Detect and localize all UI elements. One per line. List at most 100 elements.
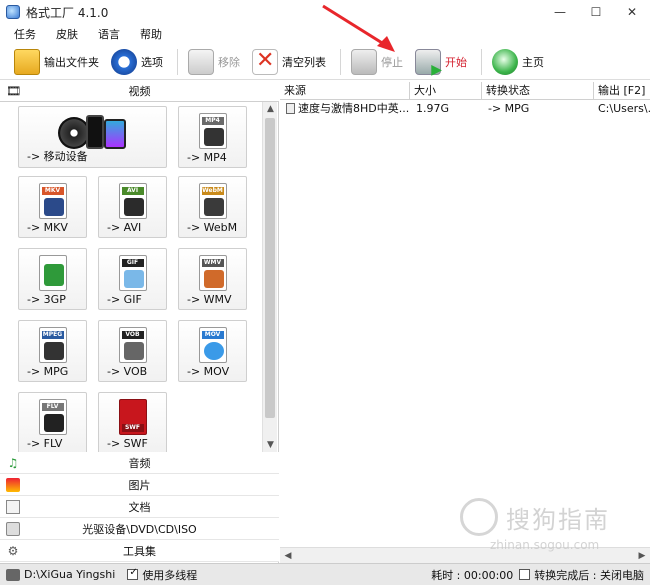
tile-wmv[interactable]: WMV -> WMV [178, 248, 247, 310]
tile-label: -> MKV [27, 221, 68, 234]
status-bar: D:\XiGua Yingshi 使用多线程 耗时 : 00:00:00 转换完… [0, 563, 650, 585]
elapsed-time: 耗时 : 00:00:00 [431, 568, 514, 582]
window-controls: — ☐ ✕ [542, 0, 650, 24]
category-document[interactable]: 文档 [0, 496, 279, 518]
column-size[interactable]: 大小 [410, 82, 482, 100]
remove-icon [188, 48, 214, 75]
watermark-logo-icon [460, 498, 498, 536]
watermark-text: 搜狗指南 [506, 506, 610, 534]
tile-label: -> 移动设备 [27, 150, 88, 163]
toolbar-separator [177, 48, 178, 75]
vob-file-icon: VOB [115, 327, 151, 367]
options-button[interactable]: 选项 [107, 47, 167, 77]
tile-label: -> GIF [107, 293, 142, 306]
multithread-checkbox[interactable] [127, 567, 139, 580]
file-list-header: 来源 大小 转换状态 输出 [F2] [280, 80, 650, 100]
avi-file-icon: AVI [115, 183, 151, 223]
cell-source: 速度与激情8HD中英... [286, 100, 410, 118]
watermark: 搜狗指南 zhinan.sogou.com [460, 498, 630, 552]
tile-label: -> MPG [27, 365, 69, 378]
tile-mpg[interactable]: MPEG -> MPG [18, 320, 87, 382]
toolbar-separator [481, 48, 482, 75]
webm-file-icon: WebM [195, 183, 231, 223]
3gp-file-icon [35, 255, 71, 295]
column-status[interactable]: 转换状态 [482, 82, 594, 100]
category-document-label: 文档 [128, 500, 151, 514]
start-button[interactable]: 开始 [411, 47, 471, 78]
remove-label: 移除 [218, 55, 240, 69]
start-icon [415, 48, 442, 78]
minimize-button[interactable]: — [542, 0, 578, 24]
column-output[interactable]: 输出 [F2] [594, 82, 650, 100]
app-icon [6, 5, 20, 19]
scroll-left-icon[interactable]: ◀ [280, 548, 296, 564]
tile-label: -> WebM [187, 221, 238, 234]
home-button[interactable]: 主页 [488, 47, 548, 77]
category-audio[interactable]: ♫ 音频 [0, 452, 279, 474]
format-grid-scrollbar[interactable]: ▲ ▼ [262, 102, 277, 452]
tile-swf[interactable]: SWF -> SWF [98, 392, 167, 452]
category-video-label: 视频 [128, 84, 151, 98]
mpg-file-icon: MPEG [35, 327, 71, 367]
category-panel: 🎞 视频 -> 移动设备 MP4 -> MP4 MKV -> MKV AVI -… [0, 80, 279, 563]
tile-avi[interactable]: AVI -> AVI [98, 176, 167, 238]
menu-task[interactable]: 任务 [14, 26, 36, 42]
mobile-device-icon [57, 113, 128, 153]
folder-icon [14, 48, 40, 75]
tile-vob[interactable]: VOB -> VOB [98, 320, 167, 382]
category-video[interactable]: 🎞 视频 [0, 80, 279, 102]
watermark-url: zhinan.sogou.com [490, 538, 600, 552]
mov-file-icon: MOV [195, 327, 231, 367]
tile-flv[interactable]: FLV -> FLV [18, 392, 87, 452]
category-image[interactable]: 图片 [0, 474, 279, 496]
column-source[interactable]: 来源 [280, 82, 410, 100]
annotation-arrow [322, 4, 395, 52]
tile-gif[interactable]: GIF -> GIF [98, 248, 167, 310]
cell-status: -> MPG [488, 102, 530, 115]
flv-file-icon: FLV [35, 399, 71, 439]
cell-output: C:\Users\... [598, 102, 650, 115]
scroll-down-icon[interactable]: ▼ [263, 438, 278, 452]
output-folder-button[interactable]: 输出文件夹 [10, 47, 103, 77]
tile-webm[interactable]: WebM -> WebM [178, 176, 247, 238]
start-label: 开始 [445, 55, 467, 69]
output-path[interactable]: D:\XiGua Yingshi [24, 568, 115, 581]
category-optical-label: 光驱设备\DVD\CD\ISO [82, 522, 197, 536]
tile-label: -> WMV [187, 293, 232, 306]
after-convert-toggle[interactable]: 转换完成后 : 关闭电脑 [519, 567, 644, 583]
remove-button[interactable]: 移除 [184, 47, 244, 77]
tile-3gp[interactable]: -> 3GP [18, 248, 87, 310]
after-convert-checkbox[interactable] [519, 569, 531, 580]
clear-icon [252, 48, 278, 75]
close-button[interactable]: ✕ [614, 0, 650, 24]
options-label: 选项 [141, 55, 163, 69]
tile-label: -> VOB [107, 365, 148, 378]
window-title: 格式工厂 4.1.0 [26, 5, 109, 20]
scrollbar-thumb[interactable] [265, 118, 275, 418]
scroll-right-icon[interactable]: ▶ [634, 548, 650, 564]
mkv-file-icon: MKV [35, 183, 71, 223]
menu-help[interactable]: 帮助 [140, 26, 162, 42]
wmv-file-icon: WMV [195, 255, 231, 295]
tile-mobile-device[interactable]: -> 移动设备 [18, 106, 167, 168]
maximize-button[interactable]: ☐ [578, 0, 614, 24]
menu-skin[interactable]: 皮肤 [56, 26, 78, 42]
output-folder-label: 输出文件夹 [44, 55, 99, 69]
table-row[interactable]: 速度与激情8HD中英... 1.97G -> MPG C:\Users\... [280, 100, 650, 118]
tile-mov[interactable]: MOV -> MOV [178, 320, 247, 382]
tile-mp4[interactable]: MP4 -> MP4 [178, 106, 247, 168]
category-audio-label: 音频 [128, 456, 151, 470]
mp4-file-icon: MP4 [195, 113, 231, 153]
menu-language[interactable]: 语言 [98, 26, 120, 42]
tile-mkv[interactable]: MKV -> MKV [18, 176, 87, 238]
file-list-panel: 来源 大小 转换状态 输出 [F2] 速度与激情8HD中英... 1.97G -… [280, 80, 650, 563]
scroll-up-icon[interactable]: ▲ [263, 102, 278, 116]
category-optical-drive[interactable]: 光驱设备\DVD\CD\ISO [0, 518, 279, 540]
multithread-toggle[interactable]: 使用多线程 [127, 567, 197, 583]
category-tools[interactable]: ⚙ 工具集 [0, 540, 279, 562]
tile-label: -> MOV [187, 365, 230, 378]
gif-file-icon: GIF [115, 255, 151, 295]
after-convert-label: 转换完成后 : 关闭电脑 [534, 568, 644, 582]
home-icon [492, 48, 518, 75]
swf-file-icon: SWF [115, 399, 151, 439]
